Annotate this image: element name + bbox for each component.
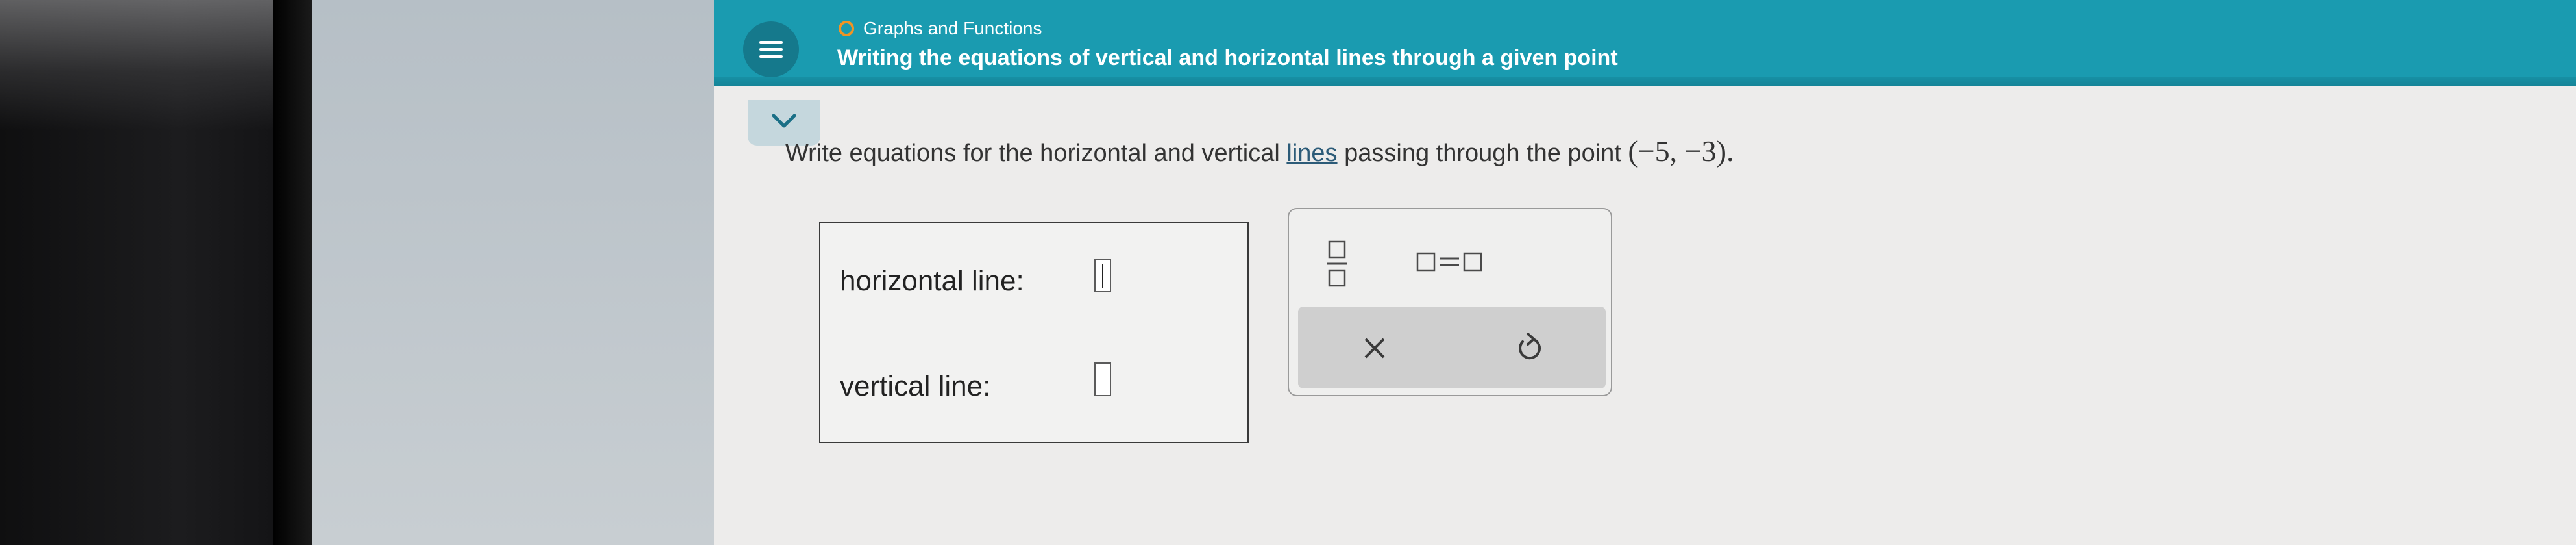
menu-button[interactable]	[743, 21, 799, 77]
undo-button[interactable]	[1516, 333, 1545, 366]
app-screen: Graphs and Functions Writing the equatio…	[714, 0, 2576, 545]
vertical-line-label: vertical line:	[840, 370, 991, 402]
bezel-edge	[273, 0, 312, 545]
horizontal-line-row: horizontal line:	[840, 265, 1024, 298]
vertical-line-input[interactable]	[1094, 362, 1111, 396]
equals-template-icon	[1416, 252, 1482, 272]
point-coordinates: (−5, −3)	[1628, 134, 1726, 168]
horizontal-line-label: horizontal line:	[840, 265, 1024, 297]
question-text-start: Write equations for the horizontal and v…	[785, 140, 1287, 167]
math-tools-palette	[1288, 208, 1612, 396]
close-icon	[1364, 338, 1385, 359]
question-text-middle: passing through the point	[1337, 140, 1628, 167]
question-period: .	[1726, 134, 1734, 168]
question-text: Write equations for the horizontal and v…	[785, 134, 1734, 168]
lines-link[interactable]: lines	[1286, 140, 1337, 167]
topic-title: Writing the equations of vertical and ho…	[837, 45, 1618, 70]
vertical-line-row: vertical line:	[840, 370, 990, 403]
bezel-glare	[0, 0, 279, 130]
left-panel	[312, 0, 714, 545]
chapter-label: Graphs and Functions	[863, 18, 1042, 38]
undo-icon	[1519, 333, 1541, 360]
equation-button[interactable]	[1416, 249, 1484, 276]
horizontal-line-input[interactable]	[1094, 259, 1111, 292]
fraction-template-icon	[1327, 240, 1347, 287]
chevron-down-icon	[772, 114, 796, 128]
header-shade	[714, 77, 2576, 86]
clear-button[interactable]	[1362, 335, 1388, 364]
header-bar: Graphs and Functions Writing the equatio…	[714, 0, 2576, 86]
answer-box: horizontal line: vertical line:	[819, 222, 1249, 443]
chapter-row: Graphs and Functions	[839, 16, 1042, 42]
progress-circle-icon	[839, 21, 854, 36]
fraction-button[interactable]	[1325, 239, 1349, 292]
text-cursor	[1102, 264, 1103, 288]
tools-footer	[1298, 307, 1606, 388]
